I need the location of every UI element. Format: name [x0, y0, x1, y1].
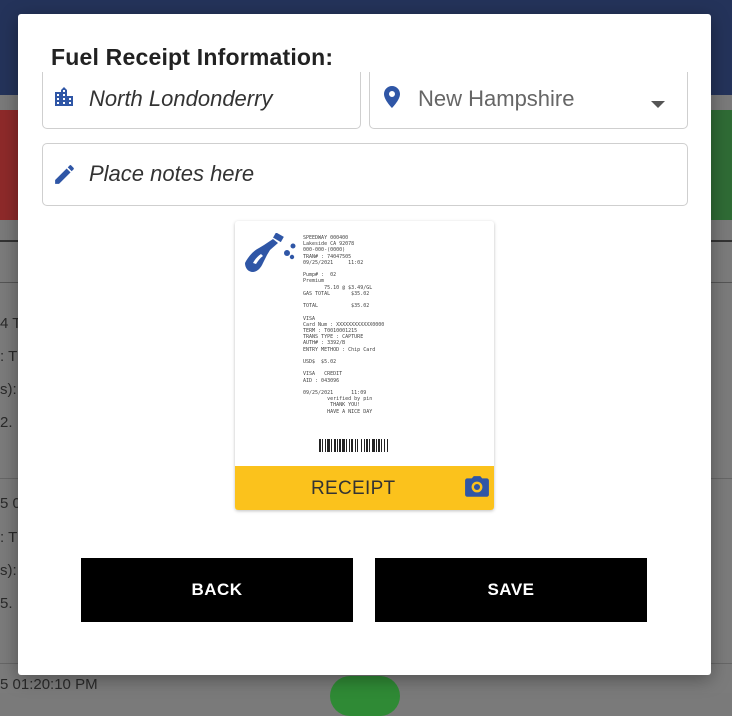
- dialog-title: Fuel Receipt Information:: [51, 44, 334, 70]
- barcode-bar: [381, 439, 382, 452]
- barcode-bar: [339, 439, 341, 452]
- camera-icon[interactable]: [464, 475, 490, 504]
- barcode-bar: [334, 439, 336, 452]
- notes-field[interactable]: Place notes here: [42, 143, 688, 206]
- barcode-bar: [369, 439, 370, 452]
- background-text: s):: [0, 381, 17, 398]
- barcode-bar: [325, 439, 326, 452]
- barcode-bar: [376, 439, 377, 452]
- background-text: : T: [0, 529, 18, 546]
- city-value: North Londonderry: [89, 86, 273, 111]
- receipt-barcode: [319, 439, 388, 452]
- barcode-bar: [372, 439, 375, 452]
- background-text: s):: [0, 562, 17, 579]
- city-icon: [52, 85, 76, 114]
- receipt-line: HAVE A NICE DAY: [303, 408, 373, 415]
- background-text: : T: [0, 348, 18, 365]
- background-fab: [330, 676, 400, 716]
- receipt-bar[interactable]: RECEIPT: [235, 466, 494, 510]
- receipt-upload-card[interactable]: SPEEDWAY 000400 Lakeside CA 92078 000-000-…: [235, 221, 494, 510]
- back-button[interactable]: BACK: [81, 558, 353, 622]
- barcode-bar: [378, 439, 380, 452]
- background-timestamp: 5 01:20:10 PM: [0, 676, 98, 693]
- fuel-pump-icon: [241, 232, 297, 280]
- location-pin-icon: [383, 85, 401, 114]
- barcode-bar: [349, 439, 350, 452]
- barcode-bar: [384, 439, 385, 452]
- receipt-label: RECEIPT: [311, 478, 396, 499]
- barcode-bar: [355, 439, 356, 452]
- barcode-bar: [387, 439, 388, 452]
- notes-placeholder: Place notes here: [89, 161, 255, 186]
- state-select[interactable]: New Hampshire: [369, 72, 688, 129]
- receipt-image: SPEEDWAY 000400 Lakeside CA 92078 000-000-…: [303, 235, 413, 415]
- barcode-bar: [351, 439, 353, 452]
- barcode-bar: [322, 439, 323, 452]
- barcode-bar: [366, 439, 368, 452]
- city-field[interactable]: North Londonderry: [42, 72, 361, 129]
- barcode-bar: [364, 439, 365, 452]
- caret-down-icon[interactable]: [651, 96, 665, 114]
- save-button[interactable]: SAVE: [375, 558, 647, 622]
- barcode-bar: [342, 439, 345, 452]
- barcode-bar: [337, 439, 338, 452]
- state-value: New Hampshire: [418, 86, 575, 111]
- background-text: 5.: [0, 595, 13, 612]
- background-text: 2.: [0, 414, 13, 431]
- barcode-bar: [319, 439, 321, 452]
- barcode-bar: [346, 439, 347, 452]
- pencil-icon: [52, 162, 77, 192]
- barcode-bar: [331, 439, 332, 452]
- fuel-receipt-dialog: Fuel Receipt Information: North Londonde…: [18, 14, 711, 675]
- barcode-bar: [357, 439, 358, 452]
- barcode-bar: [361, 439, 362, 452]
- barcode-bar: [327, 439, 330, 452]
